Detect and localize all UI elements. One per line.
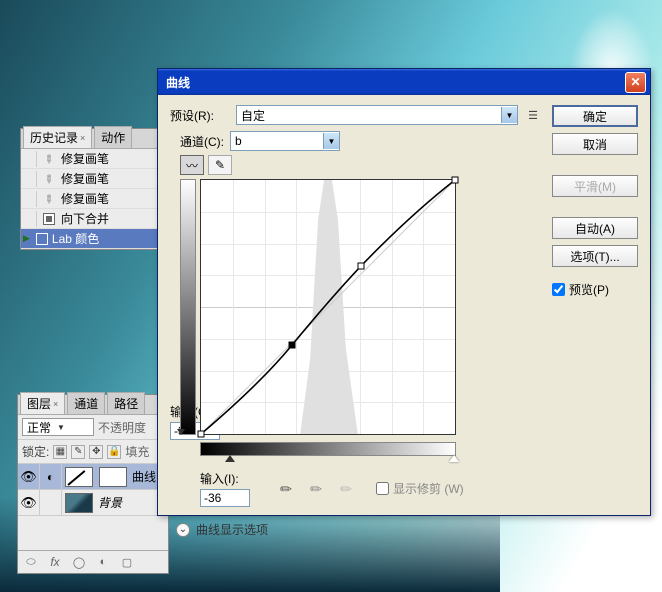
output-gradient[interactable]	[180, 179, 196, 435]
opacity-label: 不透明度	[98, 419, 146, 436]
preview-checkbox[interactable]: 预览(P)	[552, 281, 638, 298]
lock-paint-icon[interactable]: ✎	[71, 445, 85, 459]
curve-point[interactable]	[358, 263, 365, 270]
dialog-title: 曲线	[162, 74, 625, 91]
history-item[interactable]: 向下合并	[21, 209, 164, 229]
merge-icon	[41, 211, 57, 227]
expand-icon: ⌄	[176, 523, 190, 537]
close-icon: ✕	[630, 75, 640, 89]
eye-icon[interactable]: 👁	[18, 464, 40, 489]
mask-icon[interactable]: ◯	[70, 555, 88, 569]
pencil-icon: ✎	[215, 158, 225, 172]
layer-thumb[interactable]	[65, 467, 93, 487]
tab-paths[interactable]: 路径	[107, 392, 145, 414]
tab-channels[interactable]: 通道	[67, 392, 105, 414]
white-slider[interactable]	[449, 455, 459, 462]
history-panel: 历史记录× 动作 ✎修复画笔 ✎修复画笔 ✎修复画笔 向下合并 ▶Lab 颜色	[20, 128, 165, 250]
layers-tabs: 图层× 通道 路径	[18, 395, 168, 415]
history-item[interactable]: ✎修复画笔	[21, 149, 164, 169]
preset-menu-icon[interactable]: ☰	[524, 106, 542, 124]
curve-point-selected[interactable]	[289, 342, 296, 349]
input-slider[interactable]	[225, 455, 235, 462]
lock-transparent-icon[interactable]: ▦	[53, 445, 67, 459]
history-tabs: 历史记录× 动作	[21, 129, 164, 149]
titlebar[interactable]: 曲线 ✕	[158, 69, 650, 95]
lock-label: 锁定:	[22, 443, 49, 460]
eye-icon[interactable]: 👁	[18, 490, 40, 515]
adjustment-icon: ◐	[40, 464, 62, 489]
show-clipping-checkbox[interactable]: 显示修剪 (W)	[376, 480, 464, 497]
preset-label: 预设(R):	[170, 107, 230, 124]
blend-mode-select[interactable]: 正常▼	[22, 418, 94, 436]
layer-row[interactable]: 👁 背景	[18, 490, 168, 516]
history-item[interactable]: ✎修复画笔	[21, 189, 164, 209]
history-item-selected[interactable]: ▶Lab 颜色	[21, 229, 164, 249]
play-icon: ▶	[23, 233, 30, 244]
fill-label: 填充	[125, 443, 149, 460]
curve-display-options-toggle[interactable]: ⌄ 曲线显示选项	[176, 521, 464, 538]
pencil-tool-button[interactable]: ✎	[208, 155, 232, 175]
curve-tool-button[interactable]: 〰	[180, 155, 204, 175]
close-icon[interactable]: ×	[53, 399, 58, 409]
brush-icon: ✎	[38, 147, 61, 170]
tab-layers[interactable]: 图层×	[20, 392, 65, 414]
layers-footer: ⬭ fx ◯ ◐ ▢	[18, 550, 168, 573]
input-label: 输入(I):	[200, 470, 256, 487]
layers-panel: 图层× 通道 路径 正常▼ 不透明度 锁定: ▦ ✎ ✥ 🔒 填充 👁 ◐ 曲线…	[17, 394, 169, 574]
tab-actions[interactable]: 动作	[94, 126, 132, 148]
channel-label: 通道(C):	[180, 133, 224, 150]
lock-all-icon[interactable]: 🔒	[107, 445, 121, 459]
curve-point[interactable]	[452, 177, 459, 184]
input-gradient[interactable]	[200, 442, 456, 456]
mask-thumb[interactable]	[99, 467, 127, 487]
gray-eyedropper-icon[interactable]: ✎	[302, 474, 330, 502]
preset-select[interactable]: 自定▼	[236, 105, 518, 125]
history-item[interactable]: ✎修复画笔	[21, 169, 164, 189]
chevron-down-icon: ▼	[501, 107, 517, 123]
folder-icon[interactable]: ▢	[118, 555, 136, 569]
ok-button[interactable]: 确定	[552, 105, 638, 127]
curves-dialog: 曲线 ✕ 预设(R): 自定▼ ☰ 通道(C): b▼ 〰 ✎	[157, 68, 651, 516]
white-eyedropper-icon[interactable]: ✎	[332, 474, 360, 502]
curve-graph[interactable]	[200, 179, 456, 435]
curve-point[interactable]	[198, 431, 205, 438]
checkbox[interactable]	[376, 482, 389, 495]
tab-history[interactable]: 历史记录×	[23, 126, 92, 148]
black-eyedropper-icon[interactable]: ✎	[272, 474, 300, 502]
close-button[interactable]: ✕	[625, 72, 646, 93]
eyedroppers: ✎ ✎ ✎	[276, 479, 356, 499]
chevron-down-icon: ▼	[323, 133, 339, 149]
fx-icon[interactable]: fx	[46, 555, 64, 569]
cancel-button[interactable]: 取消	[552, 133, 638, 155]
options-button[interactable]: 选项(T)...	[552, 245, 638, 267]
close-icon[interactable]: ×	[80, 133, 85, 143]
mode-icon	[36, 233, 48, 245]
layer-row[interactable]: 👁 ◐ 曲线	[18, 464, 168, 490]
link-icon[interactable]: ⬭	[22, 555, 40, 569]
smooth-button[interactable]: 平滑(M)	[552, 175, 638, 197]
curve-icon: 〰	[186, 157, 198, 174]
channel-select[interactable]: b▼	[230, 131, 340, 151]
input-input[interactable]	[200, 489, 250, 507]
checkbox[interactable]	[552, 283, 565, 296]
adjustment-icon[interactable]: ◐	[94, 555, 112, 569]
lock-move-icon[interactable]: ✥	[89, 445, 103, 459]
layer-thumb[interactable]	[65, 493, 93, 513]
auto-button[interactable]: 自动(A)	[552, 217, 638, 239]
brush-icon: ✎	[38, 167, 61, 190]
brush-icon: ✎	[38, 187, 61, 210]
link-icon	[40, 490, 62, 515]
chevron-down-icon: ▼	[57, 423, 65, 432]
